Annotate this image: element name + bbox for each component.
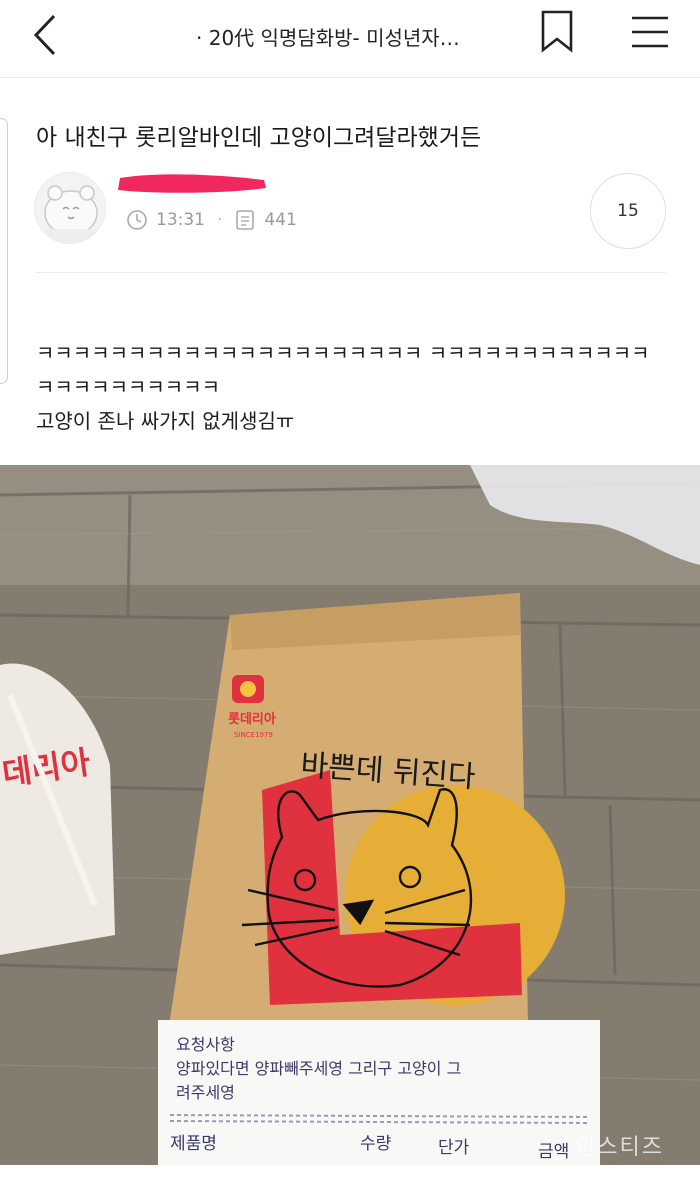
- post-title: 아 내친구 롯리알바인데 고양이그려달라했거든: [36, 125, 482, 151]
- comment-count-button[interactable]: 15: [590, 173, 666, 249]
- bag-logo-since: SINCE1979: [234, 731, 273, 739]
- receipt-col-amount: 금액: [538, 1142, 569, 1162]
- view-count: 441: [264, 210, 297, 230]
- body-line: ㅋㅋㅋㅋㅋㅋㅋㅋㅋㅋㅋㅋㅋㅋㅋㅋㅋㅋㅋㅋㅋ ㅋㅋㅋㅋㅋㅋㅋㅋㅋㅋㅋㅋ: [36, 341, 650, 365]
- post-photo[interactable]: 데리아 롯데리아 SINCE1979 바쁜데 뒤진다 요청사항 양파있다면 양파…: [0, 465, 700, 1165]
- receipt-line1: 양파있다면 양파빼주세영 그리구 고양이 그: [176, 1059, 461, 1078]
- avatar[interactable]: [34, 172, 106, 244]
- body-line: 고양이 존나 싸가지 없게생김ㅠ: [36, 409, 295, 433]
- side-drawer-handle[interactable]: [0, 118, 8, 384]
- bag-logo-text: 롯데리아: [228, 711, 276, 727]
- watermark: 인스티즈: [575, 1135, 664, 1160]
- post-meta: 13:31 · 441: [126, 206, 297, 234]
- chevron-left-icon: [33, 14, 56, 56]
- back-button[interactable]: [22, 10, 72, 60]
- author-name-redacted: [116, 170, 268, 196]
- anonymous-avatar-icon: [44, 185, 98, 243]
- receipt-col-price: 단가: [438, 1138, 470, 1158]
- receipt-col-qty: 수량: [360, 1134, 392, 1154]
- comment-count: 15: [617, 201, 639, 221]
- receipt-col-name: 제품명: [170, 1134, 217, 1154]
- meta-separator: ·: [217, 210, 223, 230]
- top-bar: · 20代 익명담화방- 미성년자…: [0, 0, 700, 78]
- bookmark-icon: [541, 10, 573, 53]
- post-time: 13:31: [156, 210, 205, 230]
- body-line: ㅋㅋㅋㅋㅋㅋㅋㅋㅋㅋ: [36, 375, 220, 399]
- board-title[interactable]: · 20代 익명담화방- 미성년자…: [196, 22, 516, 51]
- menu-button[interactable]: [626, 10, 676, 54]
- hamburger-menu-icon: [632, 16, 668, 48]
- divider: [36, 272, 666, 273]
- receipt-heading: 요청사항: [176, 1035, 235, 1054]
- bookmark-button[interactable]: [536, 8, 578, 54]
- document-views-icon: [236, 210, 255, 230]
- post-body: ㅋㅋㅋㅋㅋㅋㅋㅋㅋㅋㅋㅋㅋㅋㅋㅋㅋㅋㅋㅋㅋ ㅋㅋㅋㅋㅋㅋㅋㅋㅋㅋㅋㅋ ㅋㅋㅋㅋㅋ…: [36, 336, 676, 438]
- clock-icon: [127, 210, 147, 230]
- receipt-line2: 려주세영: [176, 1083, 235, 1102]
